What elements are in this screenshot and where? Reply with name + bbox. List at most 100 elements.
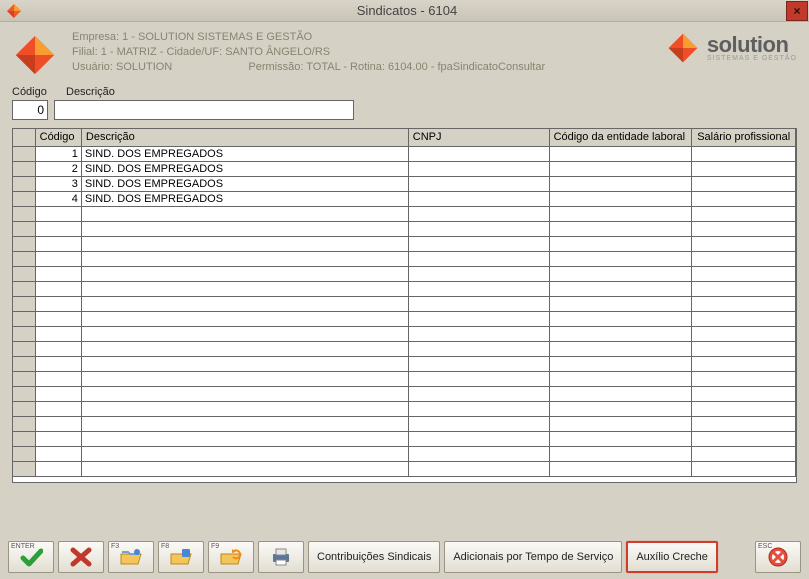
cell-salario [692, 146, 796, 161]
cell-codigo [35, 236, 81, 251]
cell-codigo [35, 416, 81, 431]
table-row [13, 311, 796, 326]
f3-button[interactable]: F3 [108, 541, 154, 573]
cell-codigo [35, 461, 81, 476]
table-row[interactable]: 2SIND. DOS EMPREGADOS [13, 161, 796, 176]
header-row: Código Descrição CNPJ Código da entidade… [13, 129, 796, 146]
row-selector[interactable] [13, 146, 35, 161]
codigo-input[interactable] [12, 100, 48, 120]
cell-cnpj [408, 296, 549, 311]
cell-descricao: SIND. DOS EMPREGADOS [81, 191, 408, 206]
row-selector [13, 461, 35, 476]
cell-cnpj [408, 236, 549, 251]
table-row [13, 446, 796, 461]
cell-salario [692, 281, 796, 296]
cell-codigo [35, 206, 81, 221]
row-selector [13, 326, 35, 341]
cell-codigo [35, 251, 81, 266]
cell-descricao [81, 266, 408, 281]
cell-cnpj [408, 416, 549, 431]
table-row [13, 416, 796, 431]
col-selector [13, 129, 35, 146]
cell-cnpj [408, 206, 549, 221]
cell-codigo: 3 [35, 176, 81, 191]
table-row [13, 401, 796, 416]
cell-entidade [549, 236, 692, 251]
cell-entidade [549, 311, 692, 326]
cell-entidade [549, 386, 692, 401]
brand-tagline: SISTEMAS E GESTÃO [707, 55, 797, 62]
table-row[interactable]: 4SIND. DOS EMPREGADOS [13, 191, 796, 206]
table-row [13, 266, 796, 281]
print-button[interactable] [258, 541, 304, 573]
cell-codigo [35, 266, 81, 281]
f8-button[interactable]: F8 [158, 541, 204, 573]
folder-refresh-icon [220, 548, 242, 566]
table-row [13, 341, 796, 356]
row-selector[interactable] [13, 191, 35, 206]
row-selector[interactable] [13, 161, 35, 176]
cell-codigo [35, 221, 81, 236]
cell-entidade [549, 371, 692, 386]
cell-salario [692, 221, 796, 236]
cell-salario [692, 206, 796, 221]
window: Sindicatos - 6104 × Empresa: 1 - SOLUTIO… [0, 0, 809, 579]
f9-key-label: F9 [211, 543, 219, 550]
header-company: Empresa: 1 - SOLUTION SISTEMAS E GESTÃO [72, 30, 545, 45]
col-cnpj-header[interactable]: CNPJ [408, 129, 549, 146]
row-selector [13, 371, 35, 386]
cell-cnpj [408, 161, 549, 176]
adicionais-label: Adicionais por Tempo de Serviço [453, 551, 613, 563]
cell-descricao [81, 356, 408, 371]
cell-descricao [81, 281, 408, 296]
col-descricao-header[interactable]: Descrição [81, 129, 408, 146]
auxilio-creche-button[interactable]: Auxílio Creche [626, 541, 718, 573]
enter-key-label: ENTER [11, 543, 35, 550]
cell-codigo: 4 [35, 191, 81, 206]
cell-codigo [35, 326, 81, 341]
cell-salario [692, 356, 796, 371]
cell-entidade [549, 446, 692, 461]
row-selector [13, 266, 35, 281]
cell-descricao: SIND. DOS EMPREGADOS [81, 176, 408, 191]
col-entidade-header[interactable]: Código da entidade laboral [549, 129, 692, 146]
cell-descricao [81, 401, 408, 416]
titlebar: Sindicatos - 6104 × [0, 0, 809, 22]
table-row [13, 386, 796, 401]
f9-button[interactable]: F9 [208, 541, 254, 573]
f8-key-label: F8 [161, 543, 169, 550]
cell-entidade [549, 401, 692, 416]
cell-salario [692, 431, 796, 446]
cell-descricao [81, 251, 408, 266]
cell-cnpj [408, 281, 549, 296]
table-row[interactable]: 3SIND. DOS EMPREGADOS [13, 176, 796, 191]
esc-key-label: ESC [758, 543, 772, 550]
codigo-label: Código [12, 86, 66, 98]
table-row [13, 236, 796, 251]
col-codigo-header[interactable]: Código [35, 129, 81, 146]
enter-button[interactable]: ENTER [8, 541, 54, 573]
cell-descricao [81, 446, 408, 461]
cell-codigo [35, 296, 81, 311]
close-button[interactable]: × [786, 1, 808, 21]
delete-button[interactable] [58, 541, 104, 573]
descricao-input[interactable] [54, 100, 354, 120]
adicionais-button[interactable]: Adicionais por Tempo de Serviço [444, 541, 622, 573]
row-selector [13, 356, 35, 371]
cell-entidade [549, 176, 692, 191]
brand-name: solution [707, 35, 797, 55]
row-selector[interactable] [13, 176, 35, 191]
esc-button[interactable]: ESC [755, 541, 801, 573]
cell-entidade [549, 326, 692, 341]
table-row[interactable]: 1SIND. DOS EMPREGADOS [13, 146, 796, 161]
close-icon: × [793, 4, 800, 18]
table-row [13, 296, 796, 311]
cell-codigo: 2 [35, 161, 81, 176]
cell-entidade [549, 251, 692, 266]
contribuicoes-button[interactable]: Contribuições Sindicais [308, 541, 440, 573]
cell-cnpj [408, 311, 549, 326]
cell-codigo [35, 401, 81, 416]
grid[interactable]: Código Descrição CNPJ Código da entidade… [13, 129, 796, 477]
col-salario-header[interactable]: Salário profissional [692, 129, 796, 146]
cell-salario [692, 191, 796, 206]
